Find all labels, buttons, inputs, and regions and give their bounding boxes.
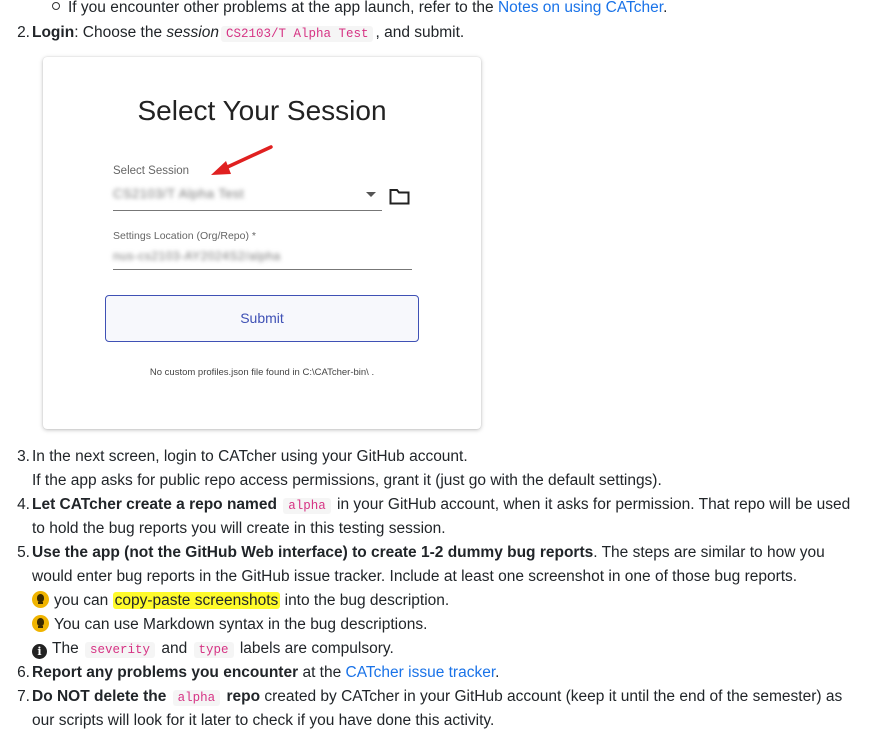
- settings-location-label: Settings Location (Org/Repo) *: [113, 230, 256, 242]
- type-code: type: [193, 642, 234, 658]
- info-circle-icon: i: [32, 644, 47, 659]
- submit-button[interactable]: Submit: [105, 295, 419, 342]
- step-do-not-delete-cont: our scripts will look for it later to ch…: [32, 712, 495, 729]
- tip-markdown: You can use Markdown syntax in the bug d…: [32, 614, 427, 636]
- severity-code: severity: [85, 642, 156, 658]
- tip-copy-paste: you can copy-paste screenshots into the …: [32, 590, 449, 612]
- hollow-circle-bullet-icon: [52, 2, 60, 10]
- list-number: 2.: [17, 24, 30, 41]
- settings-location-value[interactable]: nus-cs2103-AY2024S2/alpha: [113, 249, 281, 263]
- highlighted-text: copy-paste screenshots: [112, 592, 281, 609]
- list-number: 7.: [17, 688, 30, 705]
- issue-tracker-link[interactable]: CATcher issue tracker: [346, 664, 496, 681]
- session-code: CS2103/T Alpha Test: [220, 26, 374, 42]
- card-title: Select Your Session: [137, 95, 387, 126]
- red-arrow-annotation: [211, 145, 273, 175]
- step-create-repo: Let CATcher create a repo named alpha in…: [32, 496, 851, 514]
- step-report-problems: Report any problems you encounter at the…: [32, 664, 500, 681]
- step-use-app-cont: would enter bug reports in the GitHub is…: [32, 568, 798, 585]
- step-login: Login: Choose the session CS2103/T Alpha …: [32, 24, 465, 42]
- select-underline: [113, 210, 382, 211]
- step-create-repo-cont: to hold the bug reports you will create …: [32, 520, 446, 537]
- list-number: 3.: [17, 448, 30, 465]
- list-number: 6.: [17, 664, 30, 681]
- step-github-login: In the next screen, login to CATcher usi…: [32, 448, 468, 465]
- folder-icon[interactable]: [389, 188, 410, 205]
- select-session-value[interactable]: CS2103/T Alpha Test: [113, 186, 244, 201]
- chevron-down-icon[interactable]: [366, 192, 376, 197]
- bullet-text: If you encounter other problems at the a…: [68, 0, 498, 16]
- settings-underline: [113, 269, 412, 270]
- step-github-login-permissions: If the app asks for public repo access p…: [32, 472, 662, 489]
- step-use-app: Use the app (not the GitHub Web interfac…: [32, 544, 825, 561]
- alpha-code: alpha: [172, 690, 221, 706]
- select-session-label: Select Session: [113, 165, 190, 177]
- notes-link[interactable]: Notes on using CATcher: [498, 0, 663, 16]
- session-screenshot-card: Select Your Session Select Session CS210…: [43, 57, 481, 429]
- list-number: 5.: [17, 544, 30, 561]
- sub-bullet-line: If you encounter other problems at the a…: [52, 0, 667, 19]
- alpha-code: alpha: [283, 498, 331, 514]
- step-do-not-delete: Do NOT delete the alpha repo created by …: [32, 688, 843, 706]
- lightbulb-icon: [32, 615, 49, 632]
- profiles-note: No custom profiles.json file found in C:…: [149, 367, 375, 378]
- lightbulb-icon: [32, 591, 49, 608]
- list-number: 4.: [17, 496, 30, 513]
- info-labels: i The severity and type labels are compul…: [32, 638, 394, 661]
